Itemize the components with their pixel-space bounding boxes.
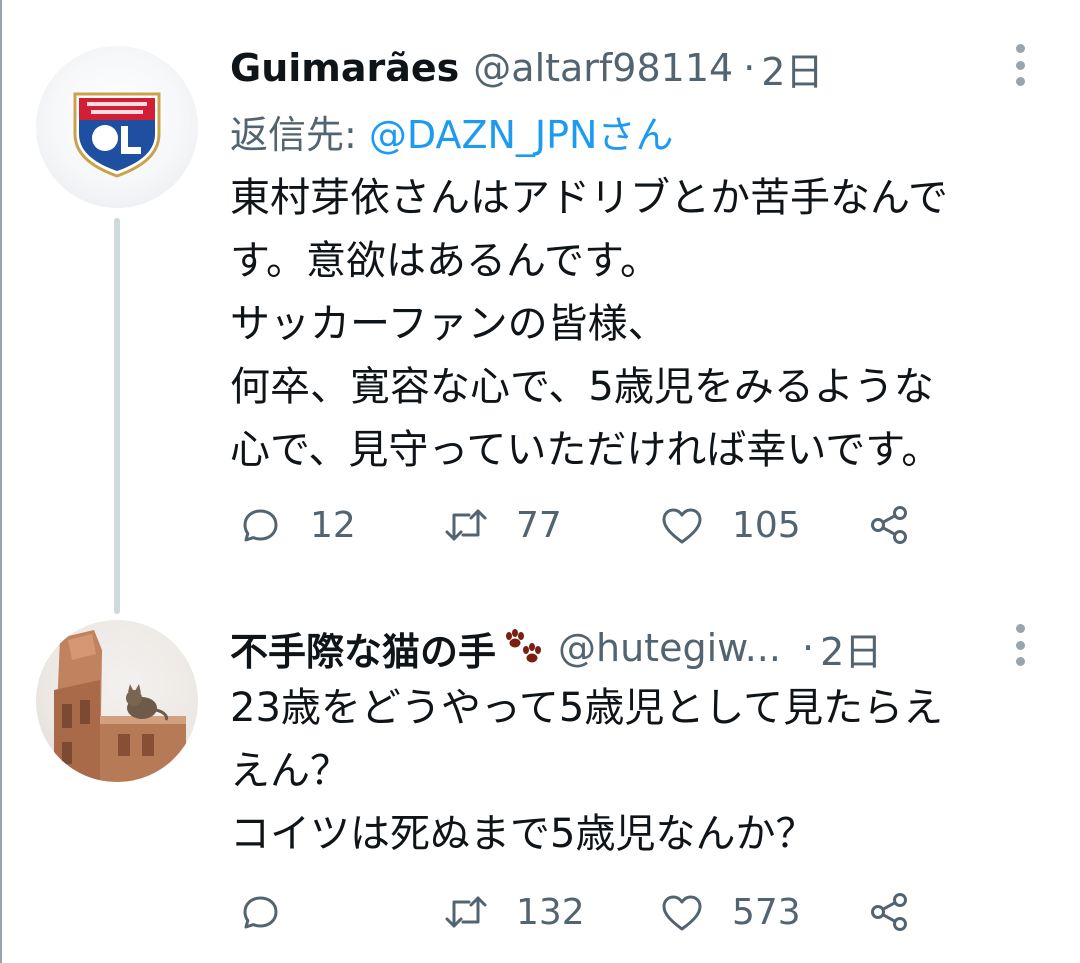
reply-icon — [243, 509, 278, 542]
tweet-header: 不手際な猫の手 @hutegiw... · 2日 — [230, 621, 882, 676]
tweet-text-line: 東村芽依さんはアドリブとか苦手なんで — [230, 175, 948, 221]
timestamp[interactable]: 2日 — [820, 621, 882, 676]
timestamp[interactable]: 2日 — [761, 41, 823, 96]
like-button[interactable]: 105 — [658, 500, 801, 550]
tweet-text-line: す。意欲はあるんです。 — [230, 238, 660, 284]
avatar[interactable] — [36, 46, 198, 208]
more-options-icon[interactable] — [1008, 624, 1032, 666]
heart-icon — [662, 508, 702, 544]
reply-icon — [243, 896, 278, 929]
display-name[interactable]: 不手際な猫の手 — [230, 621, 496, 676]
tweet-text-line: 何卒、寛容な心で、5歳児をみるような — [230, 364, 934, 410]
like-count: 105 — [732, 504, 801, 546]
retweet-count: 132 — [516, 891, 585, 933]
tweet-text-line: 心で、見守っていただければ幸いです。 — [230, 427, 942, 473]
time-separator: · — [743, 46, 756, 90]
tweet[interactable]: 不手際な猫の手 @hutegiw... · 2日 23歳をどうやって5歳児として… — [0, 610, 1080, 963]
retweet-button[interactable]: 132 — [442, 887, 585, 937]
share-icon — [871, 893, 907, 931]
reply-to-line: 返信先: @DAZN_JPNさん — [230, 104, 674, 159]
reply-button[interactable]: 12 — [236, 500, 356, 550]
like-button[interactable]: 573 — [658, 887, 801, 937]
share-button[interactable] — [866, 887, 914, 937]
thread-line — [114, 218, 120, 614]
reply-count: 12 — [310, 504, 356, 546]
tweet-text-line: サッカーファンの皆様、 — [230, 301, 668, 347]
tweet-text-line: 23歳をどうやって5歳児として見たらえ — [230, 685, 944, 731]
user-handle[interactable]: @altarf98114 — [473, 46, 733, 90]
retweet-button[interactable]: 77 — [442, 500, 562, 550]
user-handle[interactable]: @hutegiw... — [558, 626, 792, 670]
cat-on-building-photo — [54, 630, 186, 782]
time-separator: · — [802, 626, 815, 670]
heart-icon — [662, 895, 702, 931]
retweet-icon — [445, 509, 487, 541]
retweet-count: 77 — [516, 504, 562, 546]
tweet-actions: 12 77 105 — [230, 500, 1030, 550]
paw-prints-icon — [500, 628, 544, 668]
reply-button[interactable] — [236, 887, 310, 937]
tweet-text: 23歳をどうやって5歳児として見たらえ えん？ コイツは死ぬまで5歳児なんか？ — [230, 677, 1050, 866]
tweet-text-line: コイツは死ぬまで5歳児なんか？ — [230, 811, 816, 857]
more-options-icon[interactable] — [1008, 44, 1032, 86]
olympique-lyonnais-crest-icon — [73, 92, 161, 178]
like-count: 573 — [732, 891, 801, 933]
display-name[interactable]: Guimarães — [230, 46, 459, 90]
tweet-text: 東村芽依さんはアドリブとか苦手なんで す。意欲はあるんです。 サッカーファンの皆… — [230, 167, 1050, 482]
reply-to-mention[interactable]: @DAZN_JPNさん — [369, 113, 674, 157]
retweet-icon — [445, 896, 487, 928]
tweet-header: Guimarães @altarf98114 · 2日 — [230, 41, 823, 96]
tweet-text-line: えん？ — [230, 748, 350, 794]
share-button[interactable] — [866, 500, 914, 550]
share-icon — [871, 506, 907, 544]
tweet[interactable]: Guimarães @altarf98114 · 2日 返信先: @DAZN_J… — [0, 0, 1080, 614]
avatar[interactable] — [36, 620, 198, 782]
reply-to-label: 返信先: — [230, 113, 369, 157]
tweet-actions: 132 573 — [230, 887, 1030, 937]
